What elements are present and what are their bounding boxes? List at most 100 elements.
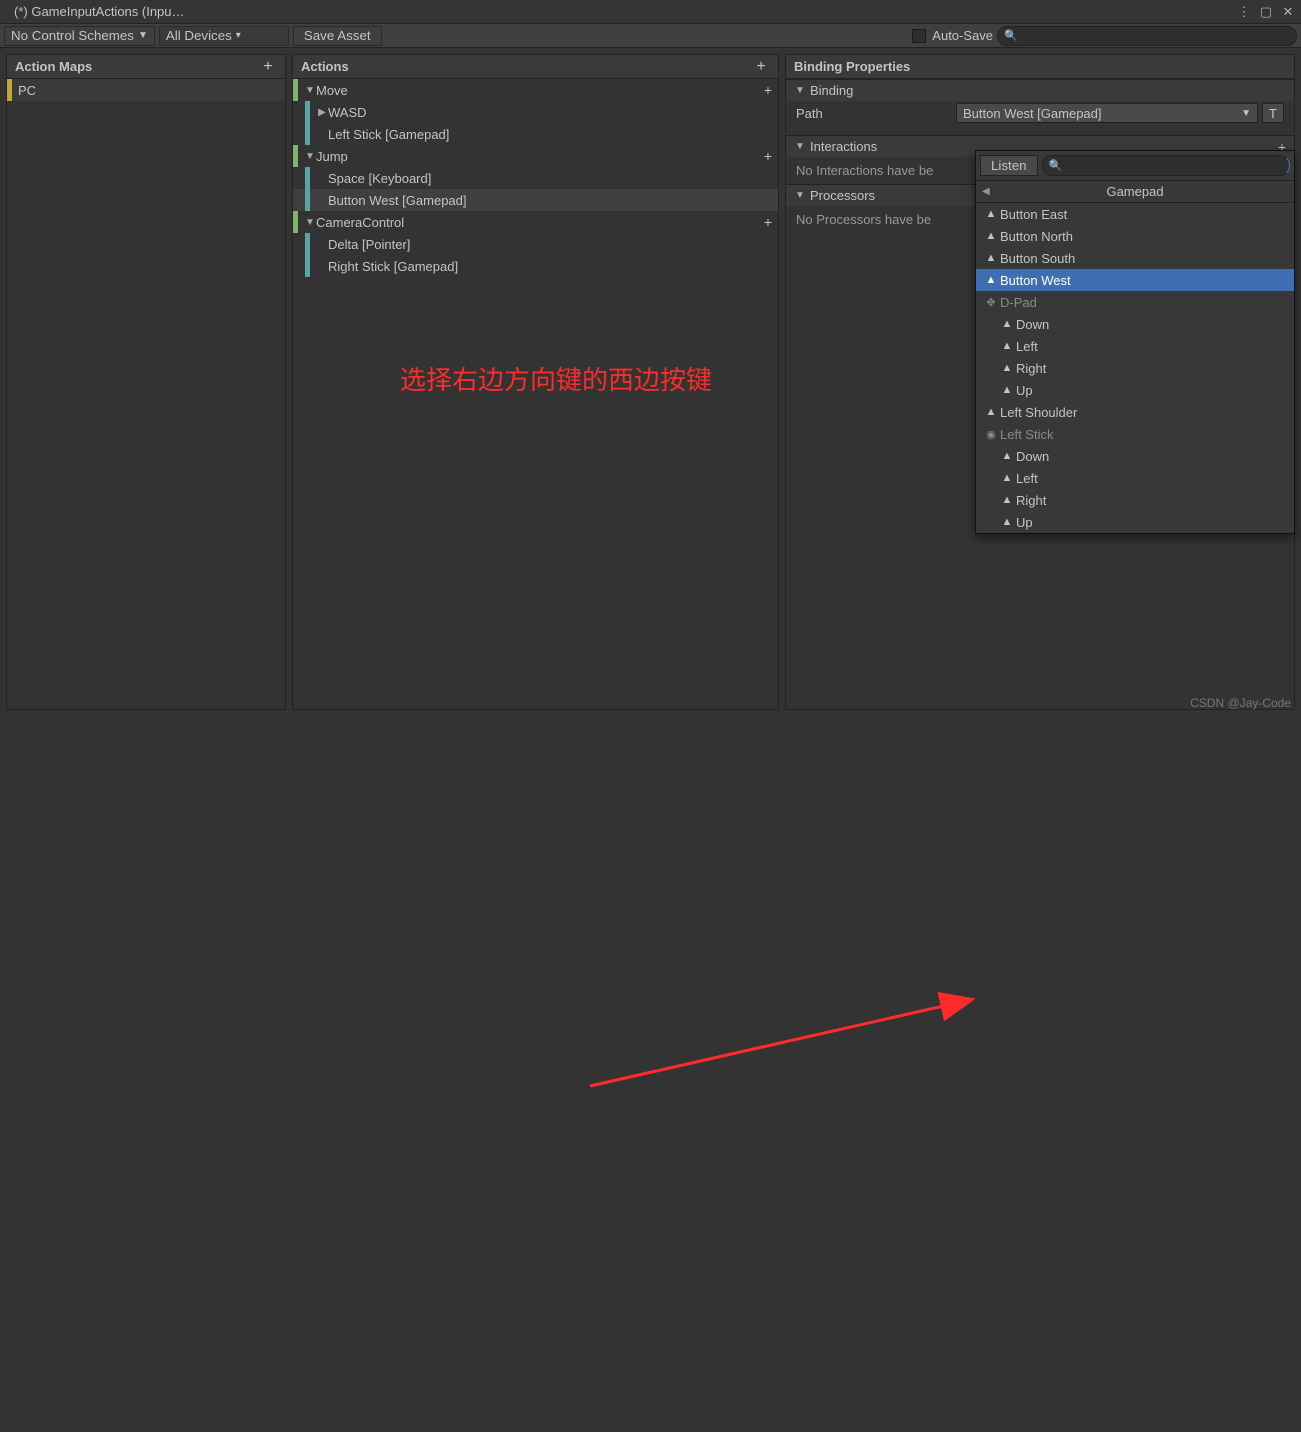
fold-icon: ▼ bbox=[794, 141, 806, 152]
close-icon[interactable]: ✕ bbox=[1281, 5, 1295, 19]
popup-item[interactable]: ▲Button North bbox=[976, 225, 1294, 247]
add-binding-button[interactable]: + bbox=[764, 214, 772, 230]
add-action-button[interactable]: + bbox=[752, 58, 770, 76]
path-picker-popup: Listen 🔍 ◀ Gamepad ▲Button East▲Button N… bbox=[975, 150, 1295, 534]
popup-item-icon: ▲ bbox=[1000, 472, 1014, 484]
action-maps-title: Action Maps bbox=[15, 59, 92, 74]
popup-item[interactable]: ▲Button West bbox=[976, 269, 1294, 291]
popup-item-icon: ▲ bbox=[1000, 318, 1014, 330]
actions-header: Actions + bbox=[293, 55, 778, 79]
add-action-map-button[interactable]: + bbox=[259, 58, 277, 76]
popup-item-icon: ▲ bbox=[984, 274, 998, 286]
binding-item-selected[interactable]: Button West [Gamepad] bbox=[293, 189, 778, 211]
stripe-icon bbox=[305, 101, 310, 123]
popup-item[interactable]: ▲Left Shoulder bbox=[976, 401, 1294, 423]
save-asset-button[interactable]: Save Asset bbox=[293, 26, 382, 46]
popup-item[interactable]: ▲Down bbox=[976, 445, 1294, 467]
stripe-icon bbox=[305, 123, 310, 145]
binding-label: Button West [Gamepad] bbox=[328, 193, 467, 208]
path-label: Path bbox=[796, 106, 956, 121]
popup-item-label: Down bbox=[1016, 449, 1049, 464]
fold-icon: ▼ bbox=[794, 85, 806, 96]
popup-item-icon: ▲ bbox=[1000, 340, 1014, 352]
action-item-jump[interactable]: ▼ Jump + bbox=[293, 145, 778, 167]
binding-item[interactable]: Right Stick [Gamepad] bbox=[293, 255, 778, 277]
search-icon: 🔍 bbox=[1004, 29, 1018, 42]
popup-item[interactable]: ✥D-Pad bbox=[976, 291, 1294, 313]
menu-icon[interactable]: ⋮ bbox=[1237, 5, 1251, 19]
path-t-button[interactable]: T bbox=[1262, 103, 1284, 123]
add-binding-button[interactable]: + bbox=[764, 82, 772, 98]
stripe-icon bbox=[305, 255, 310, 277]
action-item-move[interactable]: ▼ Move + bbox=[293, 79, 778, 101]
watermark: CSDN @Jay-Code bbox=[1190, 696, 1291, 710]
window-tab[interactable]: (*) GameInputActions (Inpu… bbox=[6, 2, 193, 21]
binding-label: Delta [Pointer] bbox=[328, 237, 410, 252]
popup-item-label: Left Stick bbox=[1000, 427, 1053, 442]
composite-item-wasd[interactable]: ▶ WASD bbox=[293, 101, 778, 123]
caret-down-icon: ▼ bbox=[1241, 108, 1251, 119]
fold-icon[interactable]: ▼ bbox=[304, 217, 316, 228]
popup-item-label: D-Pad bbox=[1000, 295, 1037, 310]
path-dropdown[interactable]: Button West [Gamepad] ▼ bbox=[956, 103, 1258, 123]
action-label: Jump bbox=[316, 149, 348, 164]
control-schemes-label: No Control Schemes bbox=[11, 28, 134, 43]
popup-item[interactable]: ▲Up bbox=[976, 511, 1294, 533]
popup-item-icon: ▲ bbox=[984, 252, 998, 264]
action-maps-panel: Action Maps + PC bbox=[6, 54, 286, 710]
actions-title: Actions bbox=[301, 59, 349, 74]
fold-icon[interactable]: ▶ bbox=[316, 107, 328, 118]
popup-item-icon: ▲ bbox=[1000, 450, 1014, 462]
popup-item-icon: ◉ bbox=[984, 428, 998, 441]
fold-icon: ▼ bbox=[794, 190, 806, 201]
popup-item-label: Left Shoulder bbox=[1000, 405, 1077, 420]
stripe-icon bbox=[305, 167, 310, 189]
popup-item[interactable]: ▲Button East bbox=[976, 203, 1294, 225]
back-icon[interactable]: ◀ bbox=[982, 186, 990, 197]
caret-down-icon: ▼ bbox=[138, 30, 148, 41]
search-icon: 🔍 bbox=[1049, 159, 1063, 172]
fold-icon[interactable]: ▼ bbox=[304, 85, 316, 96]
popup-list: ▲Button East▲Button North▲Button South▲B… bbox=[976, 203, 1294, 533]
popup-item-icon: ▲ bbox=[1000, 384, 1014, 396]
stripe-icon bbox=[293, 211, 298, 233]
popup-item-label: Button North bbox=[1000, 229, 1073, 244]
action-maps-list: PC bbox=[7, 79, 285, 709]
popup-category-label: Gamepad bbox=[1106, 184, 1163, 199]
action-item-cameracontrol[interactable]: ▼ CameraControl + bbox=[293, 211, 778, 233]
interactions-section-label: Interactions bbox=[810, 139, 877, 154]
binding-section[interactable]: ▼ Binding bbox=[786, 79, 1294, 101]
binding-item[interactable]: Left Stick [Gamepad] bbox=[293, 123, 778, 145]
toolbar-search-input[interactable]: 🔍 bbox=[997, 26, 1297, 46]
popup-item-label: Left bbox=[1016, 339, 1038, 354]
popup-item[interactable]: ▲Right bbox=[976, 357, 1294, 379]
binding-item[interactable]: Space [Keyboard] bbox=[293, 167, 778, 189]
popup-item[interactable]: ▲Down bbox=[976, 313, 1294, 335]
stripe-icon bbox=[305, 189, 310, 211]
fold-icon[interactable]: ▼ bbox=[304, 151, 316, 162]
binding-properties-header: Binding Properties bbox=[786, 55, 1294, 79]
action-maps-header: Action Maps + bbox=[7, 55, 285, 79]
popup-item[interactable]: ▲Right bbox=[976, 489, 1294, 511]
action-map-label: PC bbox=[18, 83, 36, 98]
devices-dropdown[interactable]: All Devices ▾ bbox=[159, 26, 289, 46]
popup-item-icon: ▲ bbox=[1000, 362, 1014, 374]
maximize-icon[interactable]: ▢ bbox=[1259, 5, 1273, 19]
stripe-icon bbox=[305, 233, 310, 255]
add-binding-button[interactable]: + bbox=[764, 148, 772, 164]
popup-item[interactable]: ▲Left bbox=[976, 467, 1294, 489]
listen-button[interactable]: Listen bbox=[980, 155, 1038, 176]
action-map-item[interactable]: PC bbox=[7, 79, 285, 101]
popup-search-input[interactable]: 🔍 bbox=[1042, 155, 1290, 176]
popup-item[interactable]: ▲Button South bbox=[976, 247, 1294, 269]
popup-item[interactable]: ▲Left bbox=[976, 335, 1294, 357]
binding-item[interactable]: Delta [Pointer] bbox=[293, 233, 778, 255]
popup-item[interactable]: ▲Up bbox=[976, 379, 1294, 401]
popup-item[interactable]: ◉Left Stick bbox=[976, 423, 1294, 445]
popup-item-label: Button South bbox=[1000, 251, 1075, 266]
popup-category-header[interactable]: ◀ Gamepad bbox=[976, 181, 1294, 203]
autosave-checkbox[interactable] bbox=[912, 29, 926, 43]
popup-item-icon: ✥ bbox=[984, 296, 998, 309]
control-schemes-dropdown[interactable]: No Control Schemes ▼ bbox=[4, 26, 155, 46]
popup-item-icon: ▲ bbox=[984, 406, 998, 418]
